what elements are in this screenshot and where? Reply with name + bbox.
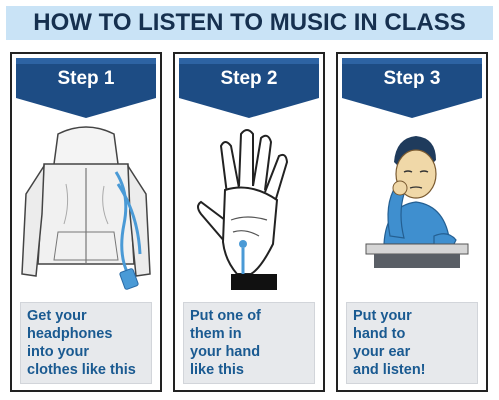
step-2-label: Step 2 [220,68,278,89]
step-3-caption: Put your hand to your ear and listen! [346,302,478,384]
caption-line: into your [27,344,90,360]
hand-with-earbud-icon [181,124,317,294]
caption-line: your ear [353,344,411,360]
step-2-panel: Step 2 Put one of them in your hand like… [173,52,325,392]
step-3-banner: Step 3 [342,58,482,120]
caption-line: your hand [190,344,261,360]
step-3-panel: Step 3 Put your hand to your ear and lis… [336,52,488,392]
hoodie-with-headphones-icon [18,124,154,294]
step-1-banner: Step 1 [16,58,156,120]
title-bar: HOW TO LISTEN TO MUSIC IN CLASS [6,6,493,40]
caption-line: like this [190,362,244,378]
caption-line: clothes like this [27,362,136,378]
step-3-label: Step 3 [383,68,441,89]
page-title: HOW TO LISTEN TO MUSIC IN CLASS [33,9,466,36]
student-at-desk-icon [344,124,480,294]
caption-line: and listen! [353,362,426,378]
step-2-banner: Step 2 [179,58,319,120]
caption-line: Put your [353,308,412,324]
caption-line: Get your [27,308,87,324]
caption-line: headphones [27,326,113,342]
caption-line: them in [190,326,242,342]
step-1-panel: Step 1 iPod Get your headpho [10,52,162,392]
caption-line: hand to [353,326,406,342]
step-1-caption: Get your headphones into your clothes li… [20,302,152,384]
caption-line: Put one of [190,308,261,324]
step-1-label: Step 1 [57,68,115,89]
step-2-caption: Put one of them in your hand like this [183,302,315,384]
